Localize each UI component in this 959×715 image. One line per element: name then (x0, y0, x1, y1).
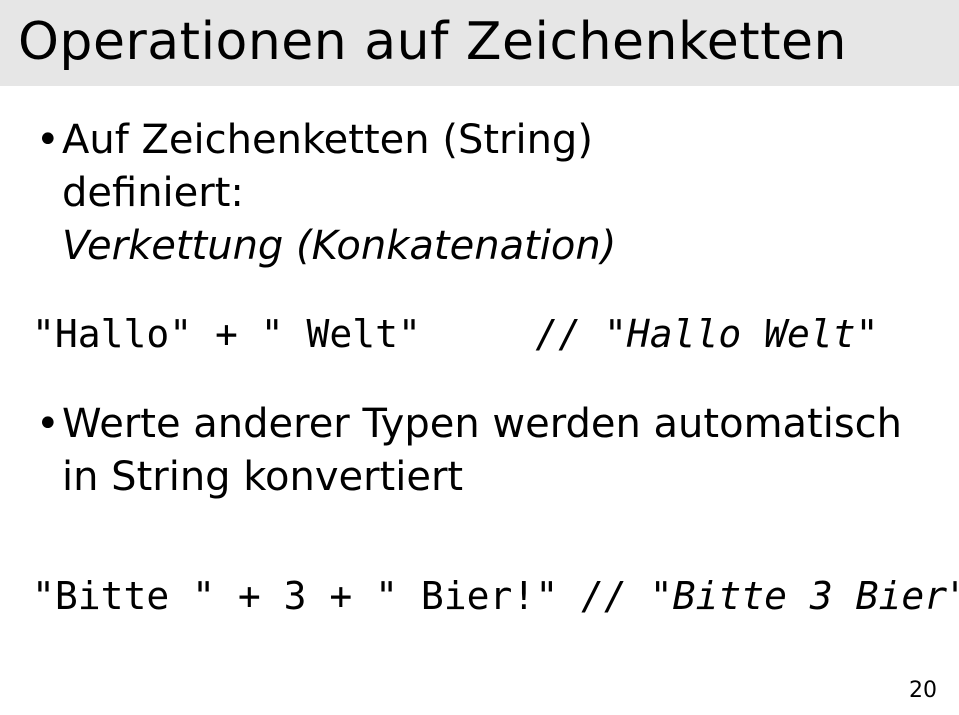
code-block-2: "Bitte " + 3 + " Bier!" // "Bitte 3 Bier… (32, 574, 927, 620)
bullet-item-2: Werte anderer Typen werden automatisch i… (32, 398, 927, 504)
slide: Operationen auf Zeichenketten Auf Zeiche… (0, 0, 959, 715)
page-number: 20 (909, 678, 937, 703)
bullet-item-1: Auf Zeichenketten (String) definiert: (32, 114, 927, 220)
code-block-1: "Hallo" + " Welt" // "Hallo Welt" (32, 312, 927, 358)
bullet1-line2: definiert: (62, 170, 244, 216)
title-bar: Operationen auf Zeichenketten (0, 0, 959, 86)
code2-gap (558, 574, 581, 618)
bullet2-text: Werte anderer Typen werden automatisch i… (62, 401, 902, 500)
code1-comment: // "Hallo Welt" (535, 312, 878, 356)
slide-body: Auf Zeichenketten (String) definiert: Ve… (0, 86, 959, 619)
code1-expr: "Hallo" + " Welt" (32, 312, 421, 356)
bullet1-line1: Auf Zeichenketten (String) (62, 117, 593, 163)
code1-gap (421, 312, 535, 356)
page-title: Operationen auf Zeichenketten (18, 12, 941, 72)
bullet-list-2: Werte anderer Typen werden automatisch i… (32, 398, 927, 504)
code2-expr: "Bitte " + 3 + " Bier!" (32, 574, 558, 618)
bullet1-subline: Verkettung (Konkatenation) (32, 220, 927, 273)
code2-comment: // "Bitte 3 Bier" (581, 574, 959, 618)
bullet-list-1: Auf Zeichenketten (String) definiert: (32, 114, 927, 220)
